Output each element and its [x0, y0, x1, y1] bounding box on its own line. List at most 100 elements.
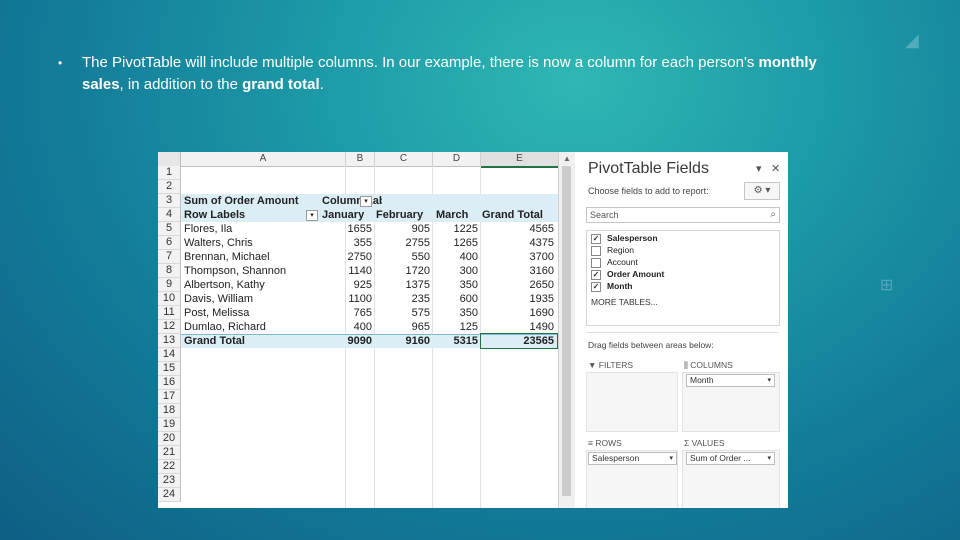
vertical-scrollbar[interactable]: ▲	[558, 152, 575, 508]
column-header-b[interactable]: B	[346, 152, 375, 167]
grand-total-value[interactable]: 1690	[482, 306, 554, 320]
select-all-corner[interactable]	[158, 152, 181, 167]
row-header[interactable]: 11	[158, 306, 181, 320]
row-header[interactable]: 9	[158, 278, 181, 292]
january-value[interactable]: 765	[322, 306, 372, 320]
row-header[interactable]: 12	[158, 320, 181, 334]
row-header[interactable]: 8	[158, 264, 181, 278]
march-value[interactable]: 350	[436, 278, 478, 292]
row-header[interactable]: 24	[158, 488, 181, 502]
columns-field-month[interactable]: Month ▾	[686, 374, 775, 387]
row-header[interactable]: 2	[158, 180, 181, 194]
row-labels-dropdown[interactable]: ▾	[304, 208, 322, 222]
january-value[interactable]: 925	[322, 278, 372, 292]
grand-total-value[interactable]: 1935	[482, 292, 554, 306]
salesperson-name[interactable]: Albertson, Kathy	[184, 278, 324, 292]
salesperson-name[interactable]: Brennan, Michael	[184, 250, 324, 264]
salesperson-name[interactable]: Walters, Chris	[184, 236, 324, 250]
row-header[interactable]: 10	[158, 292, 181, 306]
february-value[interactable]: 905	[376, 222, 430, 236]
salesperson-name[interactable]: Post, Melissa	[184, 306, 324, 320]
column-header-d[interactable]: D	[433, 152, 481, 167]
pane-close-button[interactable]: ✕	[771, 162, 780, 175]
checkbox-empty-icon[interactable]	[591, 257, 601, 268]
row-header[interactable]: 22	[158, 460, 181, 474]
row-header[interactable]: 16	[158, 376, 181, 390]
row-header[interactable]: 15	[158, 362, 181, 376]
grand-total-value[interactable]: 2650	[482, 278, 554, 292]
salesperson-name[interactable]: Flores, Ila	[184, 222, 324, 236]
row-header[interactable]: 1	[158, 166, 181, 180]
row-header[interactable]: 21	[158, 446, 181, 460]
field-checkbox-item[interactable]: Region	[591, 244, 634, 256]
field-checkbox-item[interactable]: ✓ Month	[591, 280, 633, 292]
row-header[interactable]: 5	[158, 222, 181, 236]
grand-total-value[interactable]: 1490	[482, 320, 554, 334]
checkbox-checked-icon[interactable]: ✓	[591, 269, 601, 280]
row-header[interactable]: 3	[158, 194, 181, 208]
march-value[interactable]: 400	[436, 250, 478, 264]
row-header[interactable]: 17	[158, 390, 181, 404]
field-checkbox-item[interactable]: ✓ Salesperson	[591, 232, 658, 244]
pane-title: PivotTable Fields	[588, 160, 709, 177]
march-value[interactable]: 300	[436, 264, 478, 278]
grand-total-value[interactable]: 4375	[482, 236, 554, 250]
field-label: Order Amount	[607, 269, 665, 279]
row-header[interactable]: 20	[158, 432, 181, 446]
january-value[interactable]: 400	[322, 320, 372, 334]
february-value[interactable]: 1375	[376, 278, 430, 292]
field-search-input[interactable]: Search ⌕	[586, 207, 780, 223]
january-value[interactable]: 1655	[322, 222, 372, 236]
february-value[interactable]: 550	[376, 250, 430, 264]
row-header[interactable]: 18	[158, 404, 181, 418]
february-value[interactable]: 1720	[376, 264, 430, 278]
rows-field-salesperson[interactable]: Salesperson ▾	[588, 452, 677, 465]
field-checkbox-item[interactable]: Account	[591, 256, 638, 268]
filters-area[interactable]	[586, 372, 678, 432]
grand-total-value[interactable]: 4565	[482, 222, 554, 236]
scrollbar-thumb[interactable]	[562, 166, 571, 496]
row-header[interactable]: 7	[158, 250, 181, 264]
column-header-e[interactable]: E	[481, 152, 559, 168]
january-value[interactable]: 355	[322, 236, 372, 250]
row-header[interactable]: 13	[158, 334, 181, 348]
march-value[interactable]: 125	[436, 320, 478, 334]
row-header[interactable]: 23	[158, 474, 181, 488]
checkbox-empty-icon[interactable]	[591, 245, 601, 256]
scroll-up-icon[interactable]: ▲	[563, 154, 571, 163]
background-decoration: ◢	[905, 30, 919, 51]
february-value[interactable]: 965	[376, 320, 430, 334]
row-header[interactable]: 6	[158, 236, 181, 250]
row-header[interactable]: 19	[158, 418, 181, 432]
values-field-sum-order[interactable]: Sum of Order ... ▾	[686, 452, 775, 465]
pane-options-dropdown[interactable]: ▾	[756, 162, 762, 175]
row-labels-header[interactable]: Row Labels	[184, 208, 324, 222]
grand-total-february: 9160	[405, 335, 430, 347]
january-value[interactable]: 2750	[322, 250, 372, 264]
march-value[interactable]: 600	[436, 292, 478, 306]
checkbox-checked-icon[interactable]: ✓	[591, 281, 601, 292]
grand-total-value[interactable]: 3160	[482, 264, 554, 278]
salesperson-name[interactable]: Thompson, Shannon	[184, 264, 324, 278]
january-value[interactable]: 1140	[322, 264, 372, 278]
row-header[interactable]: 14	[158, 348, 181, 362]
february-value[interactable]: 235	[376, 292, 430, 306]
field-checkbox-item[interactable]: ✓ Order Amount	[591, 268, 664, 280]
salesperson-name[interactable]: Dumlao, Richard	[184, 320, 324, 334]
field-list-settings-button[interactable]: ⚙ ▾	[744, 182, 780, 200]
checkbox-checked-icon[interactable]: ✓	[591, 233, 601, 244]
more-tables-link[interactable]: MORE TABLES...	[591, 297, 658, 307]
march-value[interactable]: 350	[436, 306, 478, 320]
march-value[interactable]: 1265	[436, 236, 478, 250]
march-value[interactable]: 1225	[436, 222, 478, 236]
january-value[interactable]: 1100	[322, 292, 372, 306]
february-value[interactable]: 575	[376, 306, 430, 320]
column-labels-dropdown[interactable]: ▾	[358, 194, 376, 208]
salesperson-name[interactable]: Davis, William	[184, 292, 324, 306]
row-header[interactable]: 4	[158, 208, 181, 222]
pivottable-fields-pane: PivotTable Fields ▾ ✕ Choose fields to a…	[576, 152, 788, 508]
february-value[interactable]: 2755	[376, 236, 430, 250]
column-header-c[interactable]: C	[375, 152, 433, 167]
column-header-a[interactable]: A	[181, 152, 346, 167]
grand-total-value[interactable]: 3700	[482, 250, 554, 264]
